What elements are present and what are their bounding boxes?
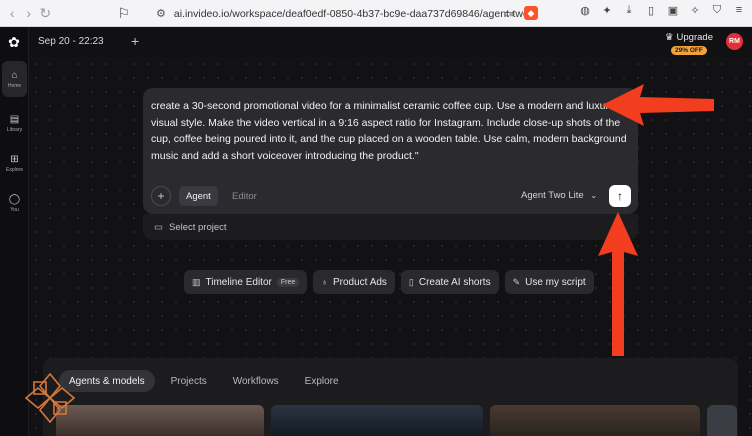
- thumbnail-card[interactable]: [56, 405, 264, 436]
- address-bar[interactable]: ⚙ ai.invideo.io/workspace/deaf0edf-0850-…: [148, 3, 548, 24]
- browser-toolbar: ‹ › ↻ ⚐ ⚙ ai.invideo.io/workspace/deaf0e…: [0, 0, 752, 27]
- chevron-down-icon: ⌄: [590, 191, 598, 200]
- discount-badge: 29% OFF: [671, 46, 707, 55]
- prompt-box[interactable]: create a 30-second promotional video for…: [143, 88, 638, 214]
- send-button[interactable]: ↑: [609, 185, 631, 207]
- app-topbar: Sep 20 - 22:23 + ♛ Upgrade 29% OFF RM: [29, 27, 752, 57]
- shield-icon[interactable]: ⛉: [710, 3, 724, 17]
- invideo-logo[interactable]: ✿: [6, 34, 22, 50]
- sidebar-item-label: Library: [6, 126, 23, 133]
- crown-icon: ♛: [665, 32, 674, 43]
- script-icon: ✎: [512, 276, 521, 287]
- watermark-logo-icon: [24, 372, 76, 424]
- tab-editor[interactable]: Editor: [227, 186, 262, 206]
- sidebar-toggle-icon[interactable]: ▯: [644, 3, 658, 17]
- session-date: Sep 20 - 22:23: [38, 36, 104, 47]
- tab-explore[interactable]: Explore: [295, 370, 349, 392]
- forward-icon[interactable]: ›: [22, 3, 34, 23]
- wallet-icon[interactable]: ▣: [666, 3, 680, 17]
- url-text: ai.invideo.io/workspace/deaf0edf-0850-4b…: [173, 7, 529, 20]
- sidebar-item-home[interactable]: ⌂ Home: [2, 61, 27, 97]
- reload-icon[interactable]: ↻: [39, 3, 51, 23]
- phone-icon: ▯: [408, 276, 414, 287]
- bookmark-icon[interactable]: ⚐: [117, 3, 130, 23]
- chip-label: Use my script: [525, 276, 586, 288]
- arrow-up-icon: ↑: [617, 189, 623, 203]
- user-icon: ◯: [8, 193, 21, 205]
- chip-label: Timeline Editor: [205, 276, 272, 288]
- back-icon[interactable]: ‹: [6, 3, 18, 23]
- thumbnail-card[interactable]: [707, 405, 737, 436]
- new-tab-button[interactable]: +: [131, 33, 139, 49]
- upgrade-label: Upgrade: [676, 32, 713, 43]
- thumbnail-card[interactable]: [490, 405, 700, 436]
- library-icon: ▤: [9, 113, 20, 125]
- explore-panel: Agents & models Projects Workflows Explo…: [43, 358, 738, 436]
- sidebar-item-label: You: [10, 206, 19, 213]
- site-settings-icon[interactable]: ⚙: [156, 7, 166, 20]
- sidebar-item-library[interactable]: ▤ Library: [2, 105, 27, 141]
- model-label: Agent Two Lite: [521, 190, 584, 201]
- extensions-icon[interactable]: ✦: [600, 3, 614, 17]
- leo-ai-icon[interactable]: ✧: [688, 3, 702, 17]
- product-ads-button[interactable]: ♁ Product Ads: [313, 270, 395, 294]
- create-ai-shorts-button[interactable]: ▯ Create AI shorts: [400, 270, 499, 294]
- cast-icon[interactable]: ▭: [502, 6, 516, 20]
- download-icon[interactable]: ⤓: [622, 3, 636, 17]
- use-my-script-button[interactable]: ✎ Use my script: [504, 270, 594, 294]
- timeline-editor-button[interactable]: ▥ Timeline Editor Free: [184, 270, 308, 294]
- home-icon: ⌂: [11, 69, 18, 81]
- sidebar-item-label: Explore: [6, 166, 23, 173]
- grid-icon: ⊞: [10, 153, 19, 165]
- select-project-button[interactable]: ▭ Select project: [143, 214, 638, 240]
- free-badge: Free: [276, 277, 300, 287]
- chip-label: Create AI shorts: [418, 276, 491, 288]
- menu-icon[interactable]: ≡: [732, 3, 746, 17]
- sidebar-item-label: Home: [7, 82, 22, 89]
- thumbnail-card[interactable]: [271, 405, 483, 436]
- prompt-input[interactable]: create a 30-second promotional video for…: [151, 98, 629, 164]
- folder-icon: ▭: [154, 221, 163, 233]
- tab-workflows[interactable]: Workflows: [223, 370, 289, 392]
- sidebar-item-you[interactable]: ◯ You: [2, 185, 27, 221]
- chip-label: Product Ads: [333, 276, 387, 288]
- avatar[interactable]: RM: [726, 33, 743, 50]
- bottle-icon: ♁: [321, 277, 328, 287]
- sidebar-item-explore[interactable]: ⊞ Explore: [2, 145, 27, 181]
- timeline-icon: ▥: [192, 276, 201, 287]
- tab-agent[interactable]: Agent: [179, 186, 218, 206]
- upgrade-button[interactable]: ♛ Upgrade 29% OFF: [659, 32, 721, 56]
- model-select[interactable]: Agent Two Lite ⌄: [521, 190, 597, 201]
- vpn-icon[interactable]: ◍: [578, 3, 592, 17]
- select-project-label: Select project: [168, 221, 227, 233]
- tab-projects[interactable]: Projects: [161, 370, 217, 392]
- attach-button[interactable]: +: [151, 186, 171, 206]
- brave-shield-icon[interactable]: ◆: [524, 6, 538, 20]
